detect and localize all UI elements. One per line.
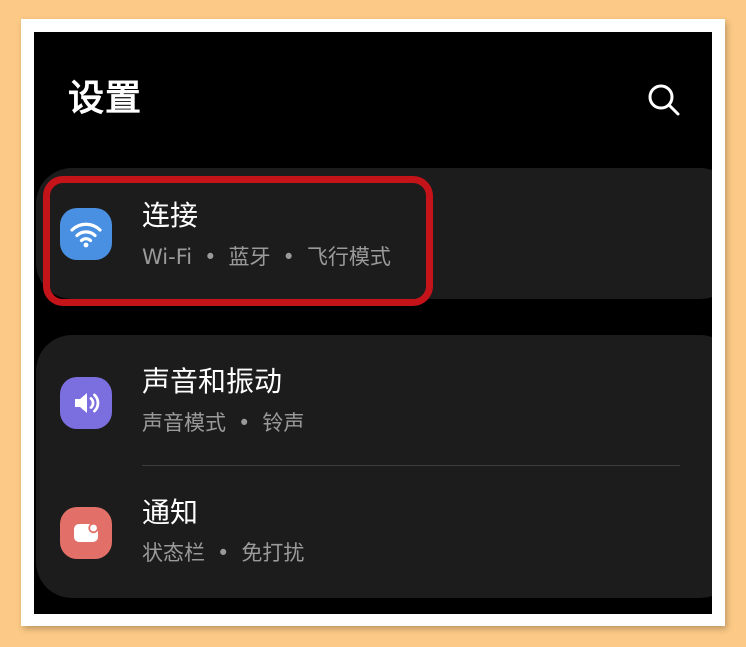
settings-item-label: 通知 (142, 496, 199, 529)
subtitle-part: 免打扰 (241, 541, 305, 565)
page-title: 设置 (68, 78, 143, 119)
divider (142, 465, 680, 466)
connections-card: 连接 Wi-Fi • 蓝牙 • 飞行模式 (36, 168, 712, 299)
settings-item-subtitle: 状态栏 • 免打扰 (142, 539, 304, 567)
separator-dot: • (217, 541, 230, 565)
subtitle-part: 铃声 (262, 411, 305, 435)
notification-icon (60, 507, 112, 559)
wifi-icon (60, 208, 112, 260)
settings-item-subtitle: 声音模式 • 铃声 (142, 409, 304, 437)
settings-item-connections[interactable]: 连接 Wi-Fi • 蓝牙 • 飞行模式 (36, 168, 712, 298)
settings-item-subtitle: Wi-Fi • 蓝牙 • 飞行模式 (142, 243, 391, 271)
volume-icon (60, 377, 112, 429)
settings-item-label: 连接 (142, 199, 199, 232)
separator-dot: • (238, 411, 251, 435)
separator-dot: • (282, 245, 295, 269)
phone-screen: 设置 连接 Wi-Fi • 蓝牙 • 飞行模式 声音和振动 声音模式 • 铃声 … (34, 32, 712, 614)
settings-item-notifications[interactable]: 通知 状态栏 • 免打扰 (36, 467, 712, 597)
search-button[interactable] (644, 80, 684, 120)
sound-notifications-card: 声音和振动 声音模式 • 铃声 通知 状态栏 • 免打扰 (36, 335, 712, 598)
subtitle-part: 蓝牙 (228, 245, 271, 269)
subtitle-part: 飞行模式 (306, 245, 391, 269)
subtitle-part: 状态栏 (142, 541, 205, 565)
subtitle-part: 声音模式 (142, 411, 226, 435)
settings-item-sound[interactable]: 声音和振动 声音模式 • 铃声 (36, 335, 712, 465)
separator-dot: • (204, 245, 217, 269)
search-icon (648, 84, 680, 116)
subtitle-part: Wi-Fi (142, 245, 193, 269)
settings-item-label: 声音和振动 (142, 365, 283, 398)
